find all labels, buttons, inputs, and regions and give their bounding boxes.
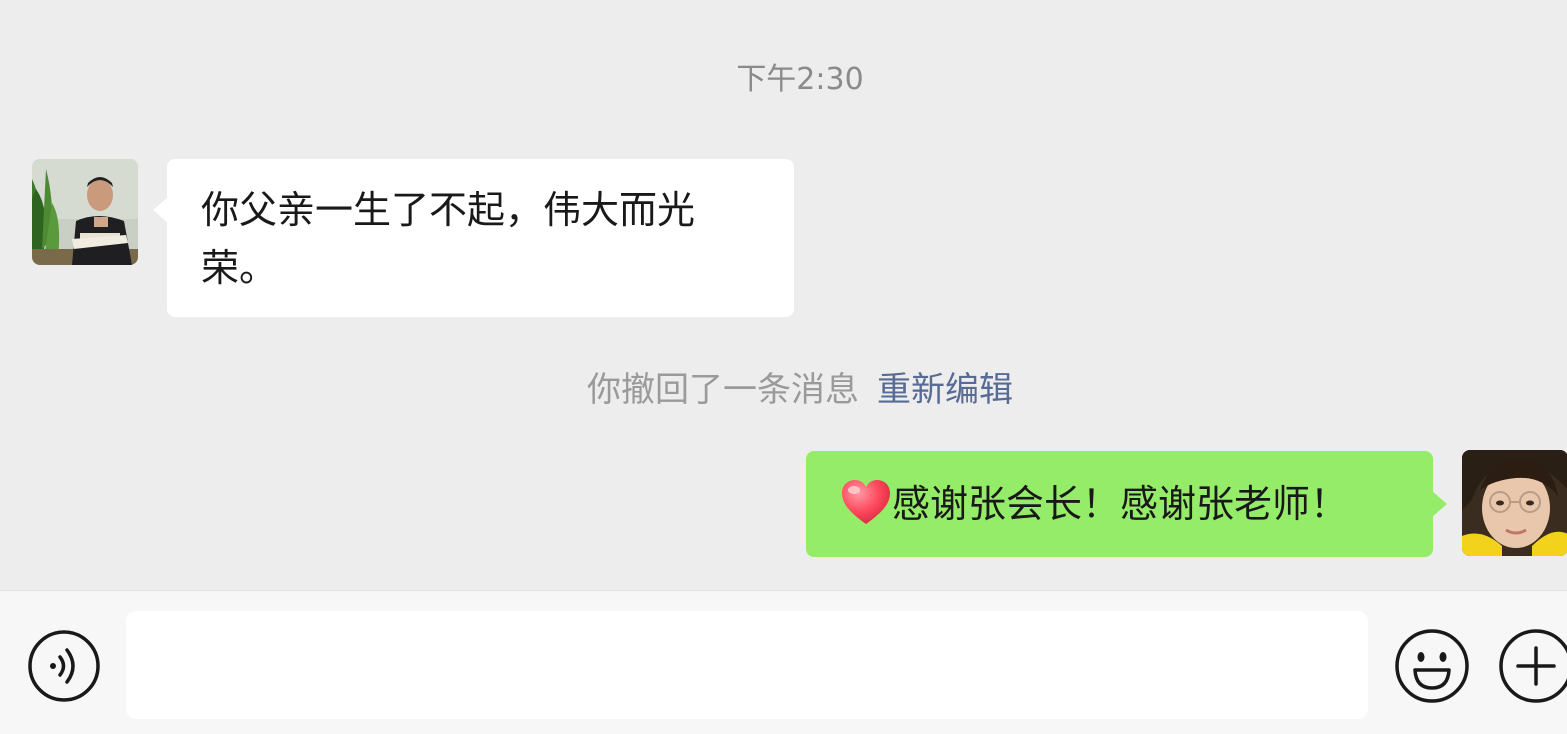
recall-notice-text: 你撤回了一条消息 xyxy=(587,370,859,410)
outgoing-message-text: 感谢张会长！感谢张老师！ xyxy=(892,482,1349,526)
re-edit-link[interactable]: 重新编辑 xyxy=(877,370,1013,410)
emoji-face-icon[interactable] xyxy=(1394,628,1470,704)
incoming-message-text: 你父亲一生了不起，伟大而光荣。 xyxy=(201,188,696,290)
outgoing-message-bubble[interactable]: 感谢张会长！感谢张老师！ xyxy=(806,451,1447,557)
input-bar xyxy=(0,590,1567,734)
chat-screen: 下午2:30 你父亲一生了不起，伟大而光荣。 你撤回了一条消息 重新编辑 感谢张… xyxy=(0,0,1567,734)
message-list[interactable]: 下午2:30 你父亲一生了不起，伟大而光荣。 你撤回了一条消息 重新编辑 感谢张… xyxy=(0,0,1567,590)
voice-icon[interactable] xyxy=(27,629,101,703)
incoming-message-bubble[interactable]: 你父亲一生了不起，伟大而光荣。 xyxy=(153,159,794,317)
message-input[interactable] xyxy=(126,611,1368,719)
plus-icon[interactable] xyxy=(1498,628,1567,704)
recall-notice: 你撤回了一条消息 重新编辑 xyxy=(0,362,1567,411)
message-timestamp: 下午2:30 xyxy=(736,62,864,97)
heart-icon xyxy=(842,480,890,524)
contact-avatar[interactable] xyxy=(32,159,138,265)
self-avatar[interactable] xyxy=(1462,450,1567,556)
